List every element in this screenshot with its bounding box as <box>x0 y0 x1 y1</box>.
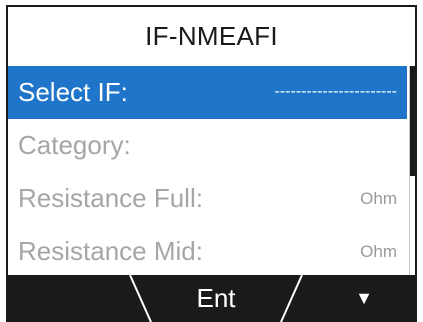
row-resistance-mid[interactable]: Resistance Mid: Ohm <box>8 225 407 278</box>
settings-list: Select IF: ----------------------- Categ… <box>8 66 407 277</box>
softkey-enter[interactable]: Ent <box>151 275 281 322</box>
menu-panel: IF-NMEAFI Select IF: -------------------… <box>6 5 417 277</box>
row-category[interactable]: Category: <box>8 119 407 172</box>
scrollbar-thumb[interactable] <box>410 66 416 176</box>
softkey-bar: Ent ▼ <box>6 275 417 322</box>
row-label: Select IF: <box>18 77 128 107</box>
row-value: Ohm <box>360 241 397 261</box>
row-label: Resistance Mid: <box>18 236 203 266</box>
device-screen: IF-NMEAFI Select IF: -------------------… <box>0 0 423 322</box>
scrollbar[interactable] <box>409 66 416 277</box>
row-label: Category: <box>18 130 131 160</box>
row-select-if[interactable]: Select IF: ----------------------- <box>8 66 407 119</box>
softkey-left[interactable] <box>6 275 136 322</box>
down-arrow-icon: ▼ <box>355 288 373 308</box>
row-resistance-full[interactable]: Resistance Full: Ohm <box>8 172 407 225</box>
softkey-down[interactable]: ▼ <box>311 275 417 322</box>
row-value: ----------------------- <box>274 83 397 100</box>
row-value: Ohm <box>360 188 397 208</box>
row-label: Resistance Full: <box>18 183 203 213</box>
page-title: IF-NMEAFI <box>145 21 278 51</box>
